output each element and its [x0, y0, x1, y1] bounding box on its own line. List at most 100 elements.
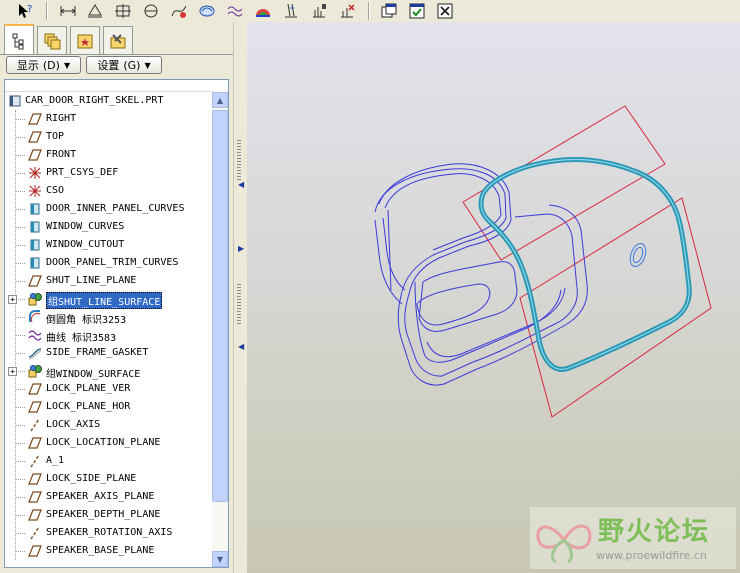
tree-item[interactable]: DOOR_PANEL_TRIM_CURVES [5, 254, 212, 272]
tree-item-label: WINDOW_CUTOUT [46, 239, 125, 250]
tree-connector [16, 353, 25, 354]
scroll-thumb[interactable] [212, 110, 228, 502]
panel-splitter[interactable]: ◀ ▶ ◀ [233, 22, 248, 573]
datum-plane-tool-icon[interactable] [280, 1, 302, 21]
tree-item-label: DOOR_PANEL_TRIM_CURVES [46, 257, 179, 268]
whats-this-icon[interactable]: ? [14, 1, 36, 21]
tree-item-label: CAR_DOOR_RIGHT_SKEL.PRT [25, 95, 164, 106]
watermark-title: 野火论坛 [598, 517, 711, 547]
tree-item[interactable]: LOCK_LOCATION_PLANE [5, 434, 212, 452]
tree-item-label: PRT_CSYS_DEF [46, 167, 119, 178]
collapse-left-icon[interactable]: ◀ [238, 180, 244, 189]
csys-icon [28, 184, 42, 198]
tree-item[interactable]: A_1 [5, 452, 212, 470]
tree-item[interactable]: 曲线 标识3583 [5, 326, 212, 344]
tree-connector [16, 155, 25, 156]
round-icon [28, 310, 42, 324]
tree-item-label: LOCK_PLANE_HOR [46, 401, 131, 412]
tree-item[interactable]: + 组WINDOW_SURFACE [5, 362, 212, 380]
expand-icon[interactable]: + [8, 295, 17, 304]
speaker-ellipse [629, 242, 647, 268]
settings-key: (G) [123, 58, 141, 72]
svg-text:?: ? [27, 4, 32, 15]
dimension-icon[interactable] [57, 1, 79, 21]
tree-item-label: SPEAKER_BASE_PLANE [46, 545, 155, 556]
tree-item[interactable]: SPEAKER_ROTATION_AXIS [5, 524, 212, 542]
tree-item[interactable]: SHUT_LINE_PLANE [5, 272, 212, 290]
model-tree-tab[interactable] [4, 24, 34, 55]
tree-connector [16, 119, 25, 120]
tree-item-label: LOCK_LOCATION_PLANE [46, 437, 161, 448]
chevron-down-icon: ▼ [144, 60, 151, 70]
tree-item[interactable]: TOP [5, 128, 212, 146]
model-tree[interactable]: CAR_DOOR_RIGHT_SKEL.PRT RIGHT TOP FRONT PRT_… [4, 79, 229, 568]
sheet-icon[interactable] [140, 1, 162, 21]
tree-item[interactable]: WINDOW_CUTOUT [5, 236, 212, 254]
curve-tool-icon[interactable] [168, 1, 190, 21]
tree-scrollbar[interactable]: ▲ ▼ [212, 92, 228, 567]
tools-tab[interactable] [103, 26, 133, 54]
datum-plane-icon [28, 148, 42, 162]
window-restore-icon[interactable] [378, 1, 400, 21]
window-close-icon[interactable] [434, 1, 456, 21]
model-geometry [374, 105, 712, 418]
tree-item[interactable]: CSO [5, 182, 212, 200]
scroll-up-icon[interactable]: ▲ [212, 92, 228, 108]
tree-connector [16, 227, 25, 228]
collapse-left-icon[interactable]: ◀ [238, 342, 244, 351]
curve-icon [28, 328, 42, 342]
chevron-down-icon: ▼ [63, 60, 71, 70]
tree-connector [16, 443, 25, 444]
tree-item[interactable]: SIDE_FRAME_GASKET [5, 344, 212, 362]
render-icon[interactable] [252, 1, 274, 21]
display-label: 显示 [16, 59, 39, 72]
favorites-tab[interactable] [70, 26, 100, 54]
tree-connector [16, 389, 25, 390]
tree-item[interactable]: SPEAKER_BASE_PLANE [5, 542, 212, 560]
tree-item-label: DOOR_INNER_PANEL_CURVES [46, 203, 185, 214]
tree-item[interactable]: + 组SHUT_LINE_SURFACE [5, 290, 212, 309]
tree-item[interactable]: SPEAKER_AXIS_PLANE [5, 488, 212, 506]
tree-item[interactable]: LOCK_PLANE_HOR [5, 398, 212, 416]
tree-item[interactable]: 倒圆角 标识3253 [5, 308, 212, 326]
coord-grid-icon[interactable] [112, 1, 134, 21]
tree-item-label: 倒圆角 标识3253 [46, 315, 127, 326]
datum-display-icon[interactable] [196, 1, 218, 21]
tree-item[interactable]: SPEAKER_DEPTH_PLANE [5, 506, 212, 524]
tree-item[interactable]: FRONT [5, 146, 212, 164]
window-activate-icon[interactable] [406, 1, 428, 21]
spline-icon[interactable] [224, 1, 246, 21]
tree-item[interactable]: PRT_CSYS_DEF [5, 164, 212, 182]
sketch-tri-icon[interactable] [84, 1, 106, 21]
tree-item-label: LOCK_PLANE_VER [46, 383, 131, 394]
expand-icon[interactable]: + [8, 367, 17, 376]
layers-icon [44, 33, 61, 49]
datum-plane-icon [28, 274, 42, 288]
tree-item[interactable]: LOCK_SIDE_PLANE [5, 470, 212, 488]
tree-connector [16, 299, 25, 300]
tree-connector [16, 263, 25, 264]
tree-item[interactable]: WINDOW_CURVES [5, 218, 212, 236]
settings-dropdown[interactable]: 设置 (G) ▼ [86, 56, 162, 74]
tree-connector [16, 245, 25, 246]
model-tree-icon [12, 33, 24, 49]
tree-item[interactable]: DOOR_INNER_PANEL_CURVES [5, 200, 212, 218]
points-tool-icon[interactable] [336, 1, 358, 21]
tree-item-label: SIDE_FRAME_GASKET [46, 347, 149, 358]
tree-item[interactable]: LOCK_PLANE_VER [5, 380, 212, 398]
layers-tab[interactable] [37, 26, 67, 54]
tree-item[interactable]: RIGHT [5, 110, 212, 128]
scroll-down-icon[interactable]: ▼ [212, 551, 228, 567]
tree-item-label: LOCK_SIDE_PLANE [46, 473, 137, 484]
display-dropdown[interactable]: 显示 (D) ▼ [6, 56, 81, 74]
graphics-viewport[interactable]: 野火论坛 www.proewildfire.cn [247, 22, 740, 573]
tree-item[interactable]: LOCK_AXIS [5, 416, 212, 434]
tree-connector [16, 479, 25, 480]
expand-right-icon[interactable]: ▶ [238, 244, 244, 253]
axis-tool-icon[interactable] [308, 1, 330, 21]
tree-item-label: 曲线 标识3583 [46, 333, 117, 344]
tree-root[interactable]: CAR_DOOR_RIGHT_SKEL.PRT [5, 92, 212, 110]
axis-icon [28, 526, 42, 540]
tree-connector [16, 515, 25, 516]
settings-label: 设置 [97, 59, 120, 72]
